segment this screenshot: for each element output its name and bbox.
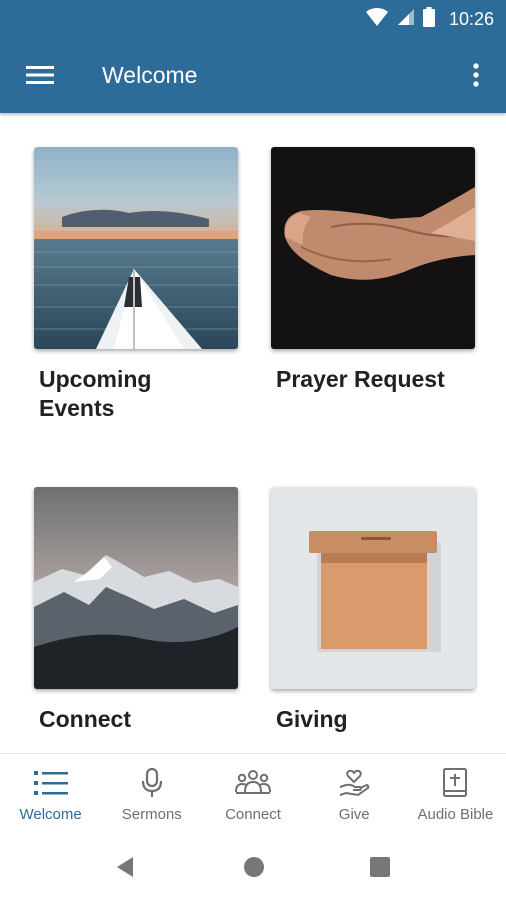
bible-icon bbox=[442, 768, 468, 798]
open-hands-photo bbox=[271, 147, 475, 349]
system-navigation-bar bbox=[0, 835, 506, 900]
back-icon[interactable] bbox=[113, 855, 137, 884]
tile-upcoming-events[interactable]: Upcoming Events bbox=[34, 147, 238, 423]
more-vert-icon[interactable] bbox=[464, 60, 488, 90]
status-bar: 10:26 bbox=[0, 0, 506, 38]
nav-label: Sermons bbox=[121, 806, 182, 823]
status-time: 10:26 bbox=[448, 8, 494, 29]
nav-label: Give bbox=[338, 806, 370, 823]
home-icon[interactable] bbox=[242, 855, 266, 884]
cell-signal-icon bbox=[397, 8, 415, 31]
nav-item-sermons[interactable]: Sermons bbox=[101, 754, 202, 835]
tile-label: Giving bbox=[276, 706, 348, 732]
snowy-mountains-photo bbox=[34, 487, 238, 689]
nav-label: Audio Bible bbox=[417, 806, 494, 823]
tile-connect[interactable]: Connect bbox=[34, 487, 238, 734]
app-bar: Welcome bbox=[0, 38, 506, 113]
app-screen: 10:26 Welcome Upcoming Events Prayer Req… bbox=[0, 0, 506, 900]
list-icon bbox=[33, 768, 68, 798]
tile-label: Connect bbox=[39, 706, 131, 732]
nav-label: Connect bbox=[225, 806, 281, 823]
wifi-icon bbox=[365, 7, 389, 32]
nav-item-give[interactable]: Give bbox=[304, 754, 405, 835]
battery-icon bbox=[422, 6, 435, 32]
tile-label: Upcoming Events bbox=[39, 366, 152, 421]
wooden-offering-box-photo bbox=[271, 487, 475, 689]
group-icon bbox=[235, 768, 271, 798]
tile-label: Prayer Request bbox=[276, 366, 445, 392]
kayak-on-lake-photo bbox=[34, 147, 238, 349]
nav-item-audio-bible[interactable]: Audio Bible bbox=[405, 754, 506, 835]
recents-icon[interactable] bbox=[369, 855, 391, 884]
microphone-icon bbox=[140, 768, 164, 798]
tile-prayer-request[interactable]: Prayer Request bbox=[271, 147, 475, 394]
status-icons: 10:26 bbox=[365, 0, 494, 38]
page-title: Welcome bbox=[102, 62, 198, 88]
nav-item-welcome[interactable]: Welcome bbox=[0, 754, 101, 835]
hamburger-menu-icon[interactable] bbox=[22, 60, 58, 90]
nav-label: Welcome bbox=[19, 806, 82, 823]
tile-giving[interactable]: Giving bbox=[271, 487, 475, 734]
nav-item-connect[interactable]: Connect bbox=[202, 754, 303, 835]
hand-heart-icon bbox=[338, 768, 370, 798]
bottom-navigation: Welcome Sermons Connect Give Audio Bible bbox=[0, 753, 506, 835]
